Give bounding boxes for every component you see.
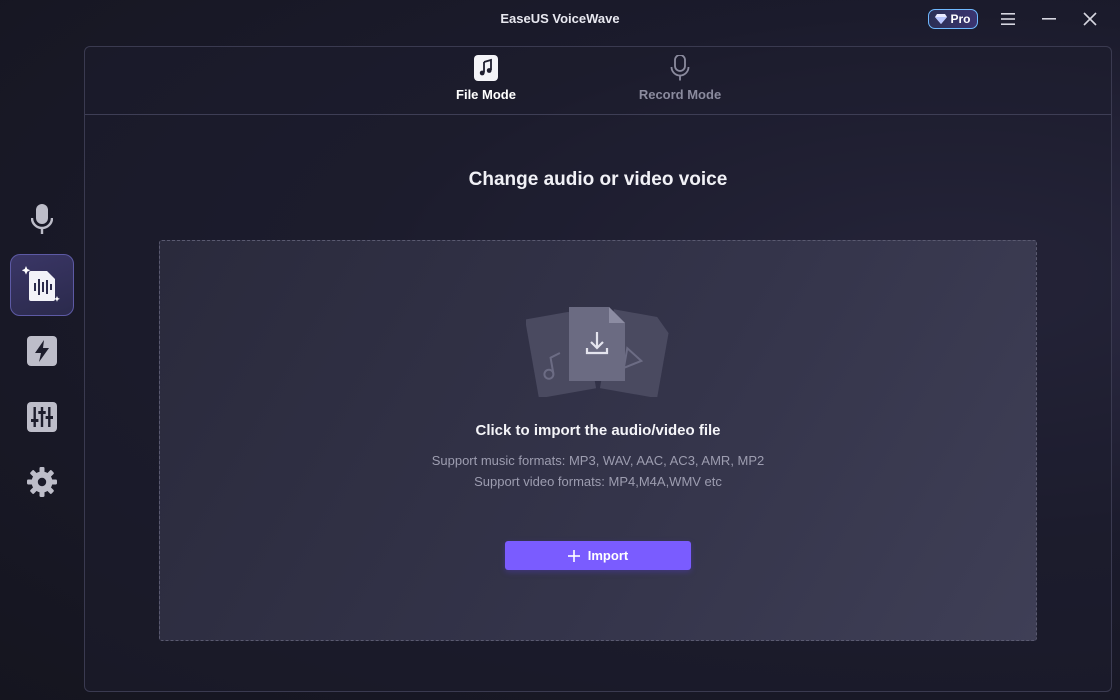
minimize-button[interactable]: [1038, 8, 1060, 30]
tab-file-mode[interactable]: File Mode: [426, 55, 546, 111]
equalizer-icon: [27, 402, 57, 432]
menu-button[interactable]: [997, 8, 1019, 30]
menu-icon: [1001, 13, 1015, 25]
music-file-icon: [474, 55, 498, 81]
sidebar-item-quick-effects[interactable]: [10, 320, 74, 382]
title-bar: EaseUS VoiceWave Pro: [0, 0, 1120, 40]
microphone-icon: [668, 55, 692, 81]
import-button-label: Import: [587, 548, 629, 563]
tab-record-mode[interactable]: Record Mode: [620, 55, 740, 111]
main-panel: File Mode Record Mode Change audio or vi…: [84, 46, 1112, 692]
lightning-icon: [27, 336, 57, 366]
microphone-icon: [31, 204, 53, 234]
tab-record-mode-label: Record Mode: [638, 87, 722, 102]
music-formats-text: Support music formats: MP3, WAV, AAC, AC…: [431, 453, 765, 468]
dropzone-title: Click to import the audio/video file: [475, 422, 721, 439]
close-button[interactable]: [1079, 8, 1101, 30]
sidebar-item-file-voice[interactable]: [10, 254, 74, 316]
sidebar-item-voice-changer[interactable]: [10, 189, 74, 251]
tab-file-mode-label: File Mode: [456, 87, 516, 102]
file-dropzone[interactable]: Click to import the audio/video file Sup…: [159, 240, 1037, 641]
mode-tabs: File Mode Record Mode: [85, 47, 1111, 115]
page-title: Change audio or video voice: [468, 169, 728, 190]
import-files-icon: [526, 307, 669, 397]
sidebar-item-mixer[interactable]: [10, 386, 74, 448]
import-button[interactable]: Import: [505, 541, 691, 570]
plus-icon: [567, 549, 580, 562]
voice-file-icon: [22, 266, 60, 302]
close-icon: [1083, 12, 1097, 26]
sidebar-item-settings[interactable]: [10, 451, 74, 513]
minimize-icon: [1042, 18, 1056, 20]
video-formats-text: Support video formats: MP4,M4A,WMV etc: [474, 474, 722, 489]
sidebar: [0, 40, 86, 700]
pro-label: Pro: [950, 12, 971, 26]
gear-icon: [27, 467, 57, 497]
pro-badge[interactable]: Pro: [928, 9, 978, 29]
diamond-icon: [935, 14, 948, 24]
